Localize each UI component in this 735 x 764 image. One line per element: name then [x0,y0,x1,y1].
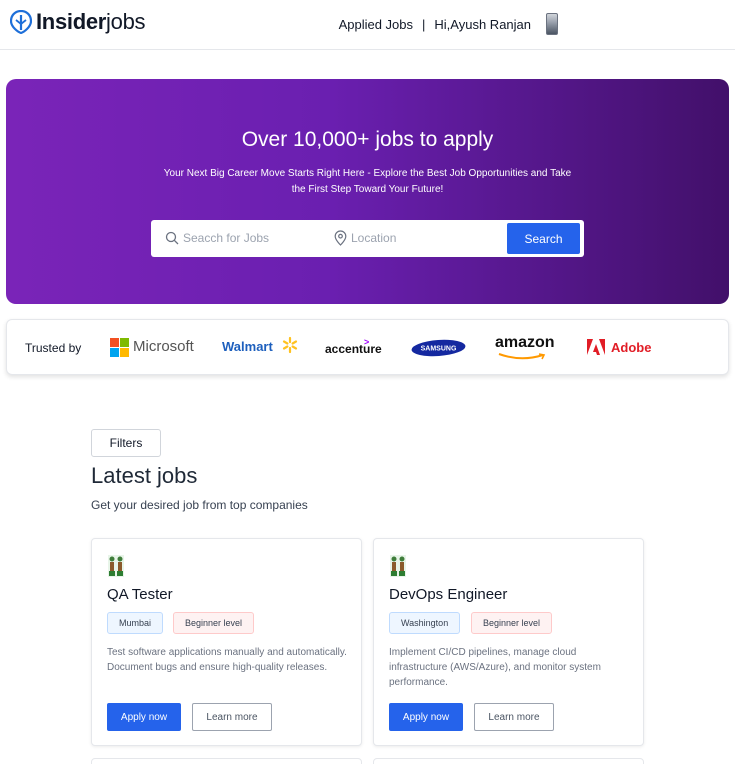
accenture-logo-text: accenture [325,342,382,356]
walmart-logo-text: Walmart [222,339,273,354]
walmart-spark-icon [282,336,298,354]
user-greeting: Hi,Ayush Ranjan [434,16,531,32]
hero-title: Over 10,000+ jobs to apply [241,128,494,151]
samsung-logo-text: SAMSUNG [421,346,457,353]
logo-text-suffix: jobs [106,9,146,34]
user-avatar[interactable] [546,13,558,35]
microsoft-logo-text: Microsoft [133,338,194,355]
search-icon [165,231,179,245]
filters-button[interactable]: Filters [91,429,161,457]
search-button[interactable]: Search [507,223,580,254]
amazon-logo-text: amazon [495,334,555,351]
microsoft-logo-icon [110,338,129,357]
job-search-input[interactable] [183,228,333,248]
hero-banner: Over 10,000+ jobs to apply Your Next Big… [6,79,729,304]
map-pin-logo-icon [10,10,32,34]
logo-wordmark: Insiderjobs [36,9,146,35]
company-logo-icon [108,555,124,577]
learn-more-button[interactable]: Learn more [474,703,554,731]
trusted-by-label: Trusted by [25,341,82,355]
adobe-logo-text: Adobe [611,340,652,355]
job-card: QA Tester Mumbai Beginner level Test sof… [91,538,362,746]
location-tag: Washington [389,612,461,634]
amazon-smile-icon [498,353,546,360]
location-tag: Mumbai [107,612,164,634]
applied-jobs-link[interactable]: Applied Jobs [339,17,413,32]
apply-now-button[interactable]: Apply now [389,703,463,731]
header-nav: Applied Jobs | Hi,Ayush Ranjan [339,0,735,48]
latest-jobs-title: Latest jobs [91,463,198,488]
company-logo-icon [390,555,406,577]
job-card-partial [91,758,362,764]
accenture-chevron-icon: > [364,337,370,347]
trusted-by-strip: Trusted by Microsoft Walmart accenture >… [6,319,729,375]
job-description: Implement CI/CD pipelines, manage cloud … [389,647,601,688]
location-pin-icon [334,230,347,246]
level-tag: Beginner level [173,612,255,634]
job-search-bar: Search [151,220,584,257]
samsung-logo-icon: SAMSUNG [411,339,466,357]
apply-now-button[interactable]: Apply now [107,703,181,731]
job-title: QA Tester [107,586,173,603]
job-card-partial [373,758,644,764]
location-input[interactable] [351,228,501,248]
job-title: DevOps Engineer [389,586,508,603]
job-card: DevOps Engineer Washington Beginner leve… [373,538,644,746]
adobe-logo-icon [587,339,605,355]
insiderjobs-logo[interactable]: Insiderjobs [10,9,146,35]
latest-jobs-subtitle: Get your desired job from top companies [91,498,308,512]
logo-text-prefix: Insider [36,9,107,34]
hero-subtitle: Your Next Big Career Move Starts Right H… [163,168,572,195]
nav-separator: | [422,16,426,32]
learn-more-button[interactable]: Learn more [192,703,272,731]
level-tag: Beginner level [471,612,553,634]
job-description: Test software applications manually and … [107,647,347,673]
top-header: Insiderjobs Applied Jobs | Hi,Ayush Ranj… [0,0,735,50]
